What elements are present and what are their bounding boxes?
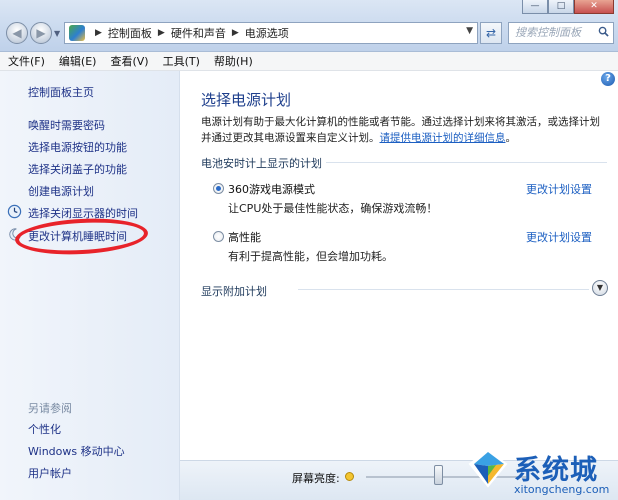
plans-group-heading: 电池安时计上显示的计划 [201, 157, 322, 170]
menu-edit[interactable]: 编辑(E) [59, 53, 97, 69]
plan-radio-high-performance[interactable] [213, 231, 224, 242]
search-icon[interactable] [598, 26, 609, 37]
breadcrumb-hardware-sound[interactable]: 硬件和声音 [171, 25, 226, 41]
search-placeholder: 搜索控制面板 [515, 26, 581, 39]
group-divider [326, 162, 607, 163]
search-input[interactable]: 搜索控制面板 [508, 22, 614, 44]
see-also-personalization[interactable]: 个性化 [28, 421, 61, 437]
plan-name: 高性能 [228, 231, 261, 244]
plan-name: 360游戏电源模式 [228, 183, 315, 196]
plan-description: 有利于提高性能，但会增加功耗。 [228, 250, 393, 263]
address-bar[interactable]: ▶ 控制面板 ▶ 硬件和声音 ▶ 电源选项 ▼ [64, 22, 478, 44]
task-pane [0, 71, 180, 500]
show-additional-plans[interactable]: 显示附加计划 [201, 283, 267, 299]
watermark-logo-icon [468, 448, 508, 488]
plan-radio-360[interactable] [213, 183, 224, 194]
window-controls: — □ ✕ [522, 0, 614, 16]
see-also-user-accounts[interactable]: 用户帐户 [28, 465, 72, 481]
breadcrumb-control-panel[interactable]: 控制面板 [108, 25, 152, 41]
sidebar-item-power-button[interactable]: 选择电源按钮的功能 [28, 139, 127, 155]
maximize-button[interactable]: □ [548, 0, 574, 14]
plan-details-link[interactable]: 请提供电源计划的详细信息 [380, 132, 506, 144]
plan-description: 让CPU处于最佳性能状态，确保游戏流畅！ [228, 202, 438, 215]
brightness-slider-thumb[interactable] [434, 465, 443, 485]
menu-help[interactable]: 帮助(H) [214, 53, 253, 69]
page-description: 电源计划有助于最大化计算机的性能或者节能。通过选择计划来将其激活，或选择计划并通… [201, 114, 606, 146]
menu-view[interactable]: 查看(V) [110, 53, 148, 69]
more-divider [298, 289, 589, 290]
display-clock-icon [7, 204, 22, 219]
change-plan-settings-link[interactable]: 更改计划设置 [526, 181, 592, 197]
change-plan-settings-link[interactable]: 更改计划设置 [526, 229, 592, 245]
minimize-button[interactable]: — [522, 0, 548, 14]
forward-button[interactable]: ▶ [30, 22, 52, 44]
menu-file[interactable]: 文件(F) [8, 53, 45, 69]
breadcrumb-separator-icon[interactable]: ▶ [158, 28, 165, 38]
sidebar-item-wake-password[interactable]: 唤醒时需要密码 [28, 117, 105, 133]
help-icon[interactable]: ? [601, 72, 615, 86]
address-dropdown-icon[interactable]: ▼ [466, 26, 473, 36]
see-also-heading: 另请参阅 [28, 402, 72, 415]
recent-pages-dropdown[interactable]: ▼ [54, 29, 60, 38]
breadcrumb-separator-icon[interactable]: ▶ [95, 28, 102, 38]
close-button[interactable]: ✕ [574, 0, 614, 14]
breadcrumb-power-options[interactable]: 电源选项 [245, 25, 289, 41]
brightness-low-icon [345, 472, 354, 481]
sidebar-item-lid-close[interactable]: 选择关闭盖子的功能 [28, 161, 127, 177]
see-also-mobility-center[interactable]: Windows 移动中心 [28, 443, 125, 459]
watermark: 系统城 xitongcheng.com [466, 440, 618, 500]
menu-tools[interactable]: 工具(T) [163, 53, 200, 69]
brightness-label: 屏幕亮度: [292, 472, 340, 485]
expand-chevron-icon[interactable]: ▼ [592, 280, 608, 296]
refresh-button[interactable]: ⇄ [480, 22, 502, 44]
menu-bar: 文件(F) 编辑(E) 查看(V) 工具(T) 帮助(H) [0, 52, 618, 71]
breadcrumb-separator-icon[interactable]: ▶ [232, 28, 239, 38]
back-button[interactable]: ◀ [6, 22, 28, 44]
page-title: 选择电源计划 [201, 91, 292, 109]
title-bar: — □ ✕ ◀ ▶ ▼ ▶ 控制面板 ▶ 硬件和声音 ▶ 电源选项 ▼ ⇄ 搜索… [0, 0, 618, 52]
control-panel-icon [69, 25, 85, 41]
watermark-brand: 系统城 [514, 455, 598, 486]
sidebar-item-control-panel-home[interactable]: 控制面板主页 [28, 84, 94, 100]
watermark-url: xitongcheng.com [514, 483, 610, 496]
sidebar-item-create-plan[interactable]: 创建电源计划 [28, 183, 94, 199]
description-end: 。 [505, 132, 517, 144]
